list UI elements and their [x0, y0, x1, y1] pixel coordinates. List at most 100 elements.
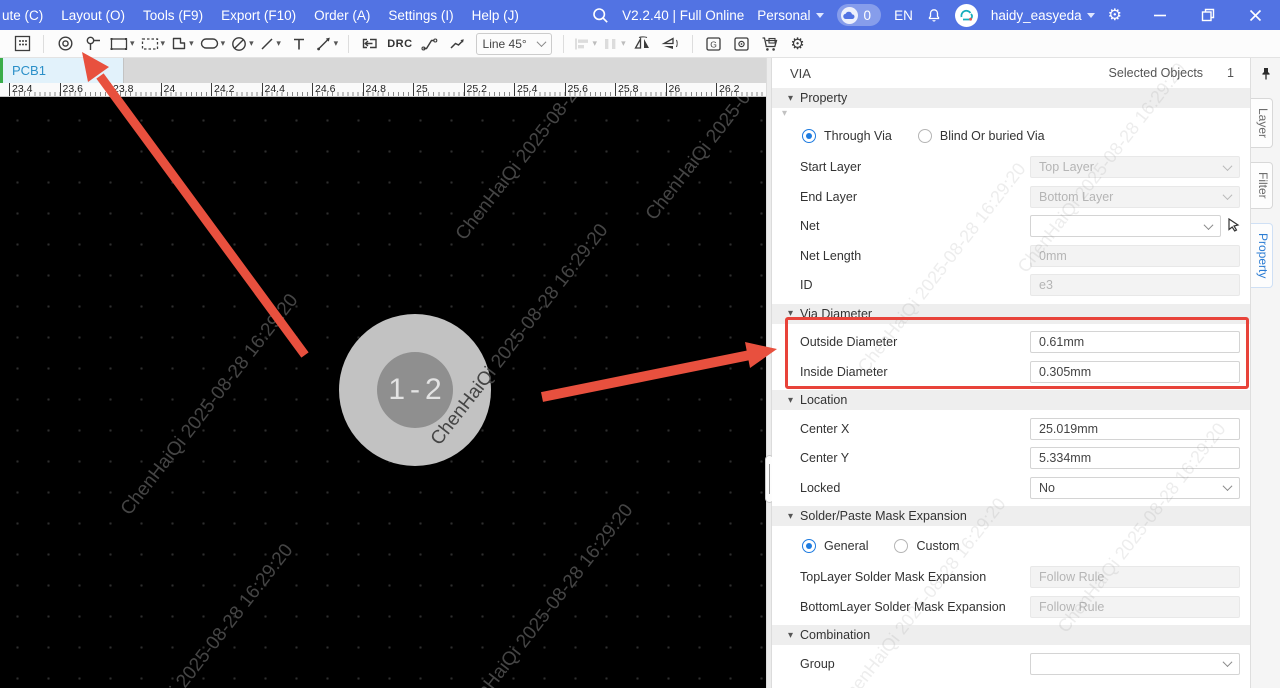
flip-horizontal-icon[interactable]: [632, 32, 654, 56]
settings-gear-icon[interactable]: ⚙: [787, 32, 809, 56]
tab-active-indicator: [0, 58, 3, 83]
drc-check-button[interactable]: DRC: [387, 32, 412, 56]
route-tool-icon[interactable]: [419, 32, 441, 56]
line-mode-select[interactable]: Line 45°: [476, 33, 552, 55]
mask-general-radio[interactable]: [802, 539, 816, 553]
menu-help[interactable]: Help (J): [463, 8, 528, 23]
chevron-down-icon: ▾: [276, 38, 281, 49]
oval-tool-icon[interactable]: ▾: [200, 32, 226, 56]
collapse-triangle-icon: ▾: [788, 395, 793, 406]
section-location[interactable]: ▾ Location: [772, 390, 1250, 410]
chevron-down-icon: ▾: [189, 38, 194, 49]
chevron-down-icon: [1204, 220, 1214, 230]
keepout-circle-tool-icon[interactable]: ▾: [231, 32, 254, 56]
footprint-library-icon[interactable]: G: [703, 32, 725, 56]
chevron-down-icon: ▾: [334, 38, 339, 49]
menu-order[interactable]: Order (A): [305, 8, 379, 23]
group-select[interactable]: [1030, 653, 1240, 675]
close-button[interactable]: [1249, 9, 1262, 22]
top-mask-expansion-field[interactable]: [1030, 566, 1240, 588]
section-combination[interactable]: ▾ Combination: [772, 625, 1250, 645]
route-highlight-tool-icon[interactable]: [447, 32, 469, 56]
start-layer-label: Start Layer: [800, 160, 1030, 174]
watermark-text: ChenHaiQi 2025-08-28 16:29:20: [112, 540, 298, 688]
through-via-radio[interactable]: [802, 129, 816, 143]
locked-select[interactable]: No: [1030, 477, 1240, 499]
dock-tab-layer[interactable]: Layer: [1251, 98, 1273, 148]
group-label: Group: [800, 657, 1030, 671]
pin-panel-icon[interactable]: [1259, 66, 1273, 86]
user-avatar[interactable]: [955, 4, 978, 27]
text-tool-icon[interactable]: [288, 32, 310, 56]
chevron-down-icon: [1223, 657, 1233, 667]
rect-tool-icon[interactable]: ▾: [110, 32, 135, 56]
cloud-sync-badge[interactable]: 0: [837, 4, 882, 26]
canvas-origin-tool-icon[interactable]: [359, 32, 381, 56]
order-cart-icon[interactable]: [759, 32, 781, 56]
sub-collapse-triangle-icon[interactable]: ▾: [782, 110, 1250, 120]
footprint-pad-tool-icon[interactable]: [11, 32, 33, 56]
ruler-tick: 24.8: [363, 83, 364, 97]
id-field[interactable]: [1030, 274, 1240, 296]
pcb-canvas[interactable]: 1-2 ChenHaiQi 2025-08-28 16:29:20 ChenHai…: [0, 97, 766, 688]
copper-area-tool-icon[interactable]: ▾: [141, 32, 166, 56]
solid-region-tool-icon[interactable]: ▾: [171, 32, 194, 56]
bottom-mask-expansion-label: BottomLayer Solder Mask Expansion: [800, 600, 1030, 614]
selected-objects-count: 1: [1227, 66, 1234, 80]
dock-tab-filter[interactable]: Filter: [1251, 162, 1273, 209]
chevron-down-icon: ▾: [130, 38, 135, 49]
outside-diameter-field[interactable]: [1030, 331, 1240, 353]
toolbar-separator: [348, 35, 349, 53]
through-via-label: Through Via: [824, 129, 892, 143]
mask-custom-radio[interactable]: [894, 539, 908, 553]
blind-buried-via-radio[interactable]: [918, 129, 932, 143]
section-property[interactable]: ▾ Property: [772, 88, 1250, 108]
watermark-text: ChenHaiQi 2025-08-28 16:29:20: [642, 97, 766, 225]
via-tool-icon[interactable]: [54, 32, 76, 56]
properties-panel: VIA Selected Objects 1 ▾ Property ▾ Thro…: [772, 58, 1250, 688]
top-mask-expansion-label: TopLayer Solder Mask Expansion: [800, 570, 1030, 584]
version-label: V2.2.40 | Full Online: [622, 8, 744, 23]
menu-export[interactable]: Export (F10): [212, 8, 305, 23]
preview-3d-icon[interactable]: [731, 32, 753, 56]
flip-vertical-icon[interactable]: [660, 32, 682, 56]
restore-window-button[interactable]: [1201, 8, 1215, 22]
net-select[interactable]: [1030, 215, 1221, 237]
username-dropdown[interactable]: haidy_easyeda: [991, 8, 1095, 23]
testpoint-tool-icon[interactable]: [82, 32, 104, 56]
bottom-mask-expansion-field[interactable]: [1030, 596, 1240, 618]
align-tool-icon[interactable]: ▾: [574, 32, 598, 56]
language-toggle[interactable]: EN: [894, 8, 913, 23]
menu-settings[interactable]: Settings (I): [379, 8, 462, 23]
account-type-dropdown[interactable]: Personal: [757, 8, 823, 23]
inside-diameter-field[interactable]: [1030, 361, 1240, 383]
chevron-down-icon: ▾: [593, 38, 598, 49]
search-icon[interactable]: [592, 7, 609, 24]
start-layer-select[interactable]: Top Layer: [1030, 156, 1240, 178]
menu-bar: ute (C) Layout (O) Tools (F9) Export (F1…: [0, 0, 1280, 30]
net-length-field[interactable]: [1030, 245, 1240, 267]
notifications-bell-icon[interactable]: [926, 7, 942, 23]
center-y-field[interactable]: [1030, 447, 1240, 469]
tab-pcb1[interactable]: PCB1: [0, 58, 124, 83]
via-object[interactable]: 1-2: [339, 314, 491, 466]
collapse-triangle-icon: ▾: [788, 308, 793, 319]
net-pick-cursor-icon[interactable]: [1227, 218, 1240, 235]
section-via-diameter[interactable]: ▾ Via Diameter: [772, 304, 1250, 324]
menu-route[interactable]: ute (C): [0, 8, 52, 23]
ruler-tick: 24.2: [211, 83, 212, 97]
end-layer-select[interactable]: Bottom Layer: [1030, 186, 1240, 208]
chevron-down-icon: ▾: [221, 38, 226, 49]
menu-tools[interactable]: Tools (F9): [134, 8, 212, 23]
dock-tab-property[interactable]: Property: [1251, 223, 1273, 288]
menu-layout[interactable]: Layout (O): [52, 8, 134, 23]
line-tool-icon[interactable]: ▾: [260, 32, 282, 56]
distribute-tool-icon[interactable]: ▾: [603, 32, 626, 56]
watermark-text: ChenHaiQi 2025-08-28 16:29:20: [452, 500, 638, 688]
section-solder-paste-mask[interactable]: ▾ Solder/Paste Mask Expansion: [772, 506, 1250, 526]
minimize-button[interactable]: [1153, 8, 1167, 22]
gear-icon[interactable]: ⚙: [1108, 5, 1122, 25]
cloud-icon: [841, 7, 858, 24]
dimension-tool-icon[interactable]: ▾: [316, 32, 339, 56]
center-x-field[interactable]: [1030, 418, 1240, 440]
